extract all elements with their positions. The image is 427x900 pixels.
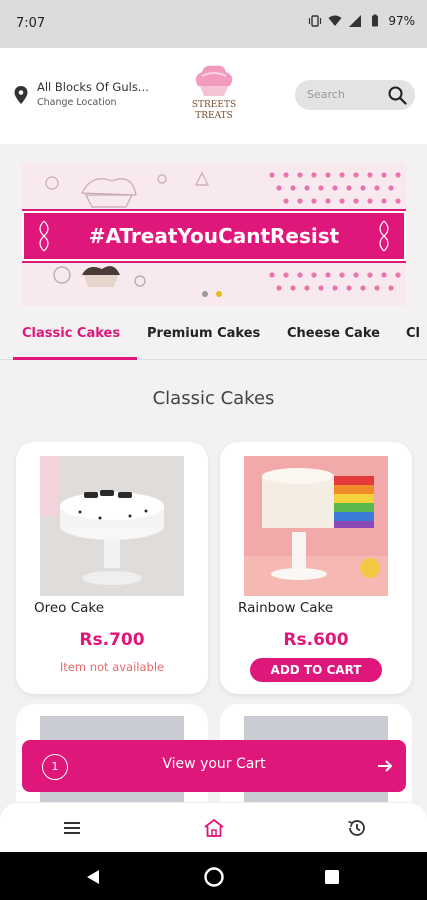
flourish-left-icon [39,220,49,252]
promo-banner[interactable]: #ATreatYouCantResist [22,163,406,306]
tab-partial[interactable]: Cl [406,326,420,341]
system-navigation-bar [0,852,427,900]
section-title: Classic Cakes [152,388,275,409]
oreo-cake-image [40,456,184,596]
status-icons: 97% [308,14,415,28]
home-button-icon[interactable] [203,866,225,888]
tab-classic-cakes[interactable]: Classic Cakes [22,326,120,341]
flourish-right-icon [379,220,389,252]
tab-cheese-cake[interactable]: Cheese Cake [287,326,380,341]
carousel-dot[interactable] [202,291,208,297]
logo-line1: STREETS [192,100,236,110]
product-price: Rs.600 [283,630,349,650]
vibrate-icon [309,15,322,27]
banner-tagline-strip: #ATreatYouCantResist [22,209,406,263]
recents-icon[interactable] [321,866,343,888]
search-icon[interactable] [387,85,407,105]
change-location-link[interactable]: Change Location [37,97,117,108]
product-card[interactable]: Oreo Cake Rs.700 Item not available [16,442,208,694]
category-tabs: Classic Cakes Premium Cakes Cheese Cake … [0,316,427,360]
view-cart-label: View your Cart [162,756,266,772]
location-selector[interactable]: All Blocks Of Guls... Change Location [14,80,164,116]
brand-logo: STREETS TREATS [190,62,238,128]
battery-icon [372,14,379,27]
menu-icon[interactable] [61,817,83,839]
product-unavailable-status: Item not available [59,660,165,674]
status-time: 7:07 [16,16,46,31]
search-placeholder: Search [307,88,345,101]
carousel-dot-active[interactable] [216,291,222,297]
location-address: All Blocks Of Guls... [37,80,149,94]
rainbow-cake-image [244,456,388,596]
banner-tagline: #ATreatYouCantResist [88,224,340,248]
battery-level: 97% [388,14,415,28]
back-icon[interactable] [83,866,105,888]
wifi-icon [328,15,342,26]
home-icon[interactable] [203,817,225,839]
history-icon[interactable] [346,817,368,839]
product-name: Oreo Cake [34,600,105,616]
tab-premium-cakes[interactable]: Premium Cakes [147,326,260,341]
location-pin-icon [14,86,28,104]
status-bar: 7:07 97% [0,0,427,48]
arrow-right-icon [378,760,393,772]
active-tab-indicator [13,357,137,360]
carousel-indicators [202,291,222,297]
product-name: Rainbow Cake [238,600,334,616]
view-cart-bar[interactable]: 1 View your Cart [22,740,406,792]
logo-line2: TREATS [195,111,233,121]
bottom-navigation [0,802,427,852]
signal-icon [349,15,362,27]
add-to-cart-button[interactable]: ADD TO CART [250,658,382,682]
product-price: Rs.700 [79,630,145,650]
product-card[interactable]: Rainbow Cake Rs.600 ADD TO CART [220,442,412,694]
search-bar[interactable]: Search [295,80,415,110]
